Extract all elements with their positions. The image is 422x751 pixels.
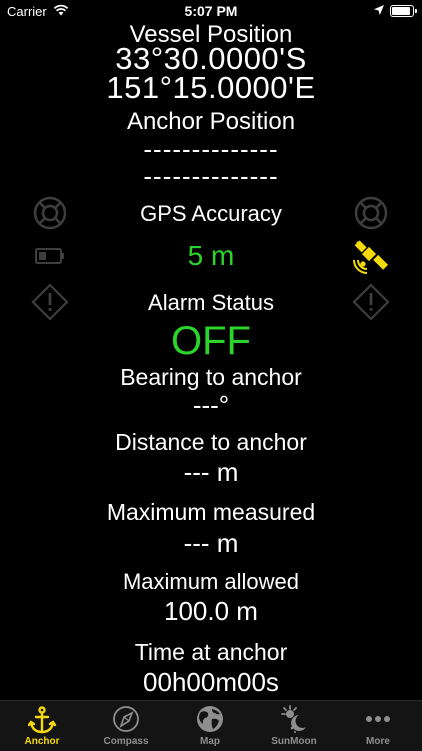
battery-fill: [392, 7, 410, 15]
tab-compass[interactable]: Compass: [84, 701, 168, 751]
max-allowed-label: Maximum allowed: [122, 569, 300, 594]
vessel-longitude: 151°15.0000'E: [106, 70, 316, 105]
tab-anchor-label: Anchor: [24, 736, 60, 747]
anchor-position-heading: Anchor Position: [126, 108, 296, 135]
alarm-status-value[interactable]: OFF: [0, 320, 422, 362]
time-at-anchor-label: Time at anchor: [134, 639, 288, 665]
tab-compass-label: Compass: [103, 736, 149, 747]
tab-map[interactable]: Map: [168, 701, 252, 751]
compass-icon: [113, 706, 139, 732]
anchor-icon: [27, 706, 57, 734]
tab-more[interactable]: More: [336, 701, 420, 751]
globe-icon: [197, 706, 223, 732]
time-at-anchor-value: 00h00m00s: [143, 667, 279, 697]
battery-status-icon: [390, 5, 417, 17]
lifebuoy-icon[interactable]: [351, 193, 391, 233]
anchor-latitude: --------------: [143, 134, 279, 164]
more-icon: [366, 716, 390, 722]
tab-anchor[interactable]: Anchor: [0, 701, 84, 751]
warning-icon[interactable]: [30, 282, 70, 322]
distance-label: Distance to anchor: [115, 429, 307, 455]
vessel-latitude: 33°30.0000'S: [115, 41, 307, 76]
tab-bar: Anchor Compass Map SunMoon More: [0, 700, 422, 751]
tab-map-label: Map: [200, 736, 220, 747]
satellite-icon[interactable]: [351, 236, 391, 276]
bearing-value: ---°: [192, 390, 230, 420]
max-measured-value: --- m: [183, 528, 239, 558]
lifebuoy-icon[interactable]: [30, 193, 70, 233]
warning-icon[interactable]: [351, 282, 391, 322]
tab-sunmoon[interactable]: SunMoon: [252, 701, 336, 751]
location-arrow-icon: [374, 5, 384, 15]
clock: 5:07 PM: [184, 3, 238, 19]
bearing-label: Bearing to anchor: [120, 364, 302, 390]
distance-value: --- m: [183, 457, 239, 487]
tab-sunmoon-label: SunMoon: [271, 736, 317, 747]
sun-moon-icon: [281, 705, 306, 733]
max-measured-label: Maximum measured: [106, 499, 316, 525]
anchor-longitude: --------------: [143, 161, 279, 191]
max-allowed-value[interactable]: 100.0 m: [0, 596, 422, 627]
tab-more-label: More: [366, 736, 390, 747]
status-bar: Carrier 5:07 PM: [0, 0, 422, 22]
battery-icon: [35, 248, 64, 264]
